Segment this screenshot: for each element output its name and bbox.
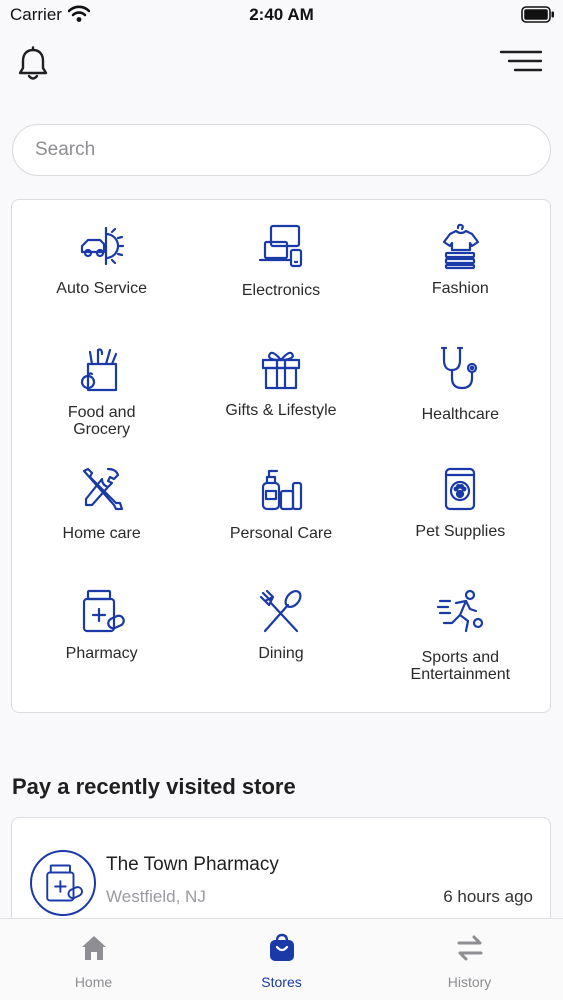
category-label: Healthcare (421, 405, 499, 423)
home-icon (81, 936, 106, 960)
tab-stores[interactable]: Stores (188, 919, 375, 1000)
tools-icon (82, 467, 123, 511)
category-food-and-grocery[interactable]: Food and Grocery (12, 334, 191, 456)
category-label: Electronics (241, 282, 321, 299)
store-name: The Town Pharmacy (106, 854, 279, 875)
category-label: Personal Care (229, 525, 333, 542)
category-fashion[interactable]: Fashion (371, 212, 550, 334)
categories-grid: Auto Service Electronics Fashion Food an… (12, 200, 550, 712)
bell-icon[interactable] (16, 46, 50, 82)
clothes-icon (443, 223, 480, 270)
category-pharmacy[interactable]: Pharmacy (12, 577, 191, 699)
runner-icon (437, 589, 484, 632)
recent-stores-title: Pay a recently visited store (12, 774, 296, 799)
swap-arrows-icon (457, 935, 482, 961)
battery-icon (521, 6, 554, 23)
tab-label: Stores (261, 974, 302, 990)
store-location: Westfield, NJ (106, 887, 206, 906)
category-auto-service[interactable]: Auto Service (12, 212, 191, 334)
category-healthcare[interactable]: Healthcare (371, 334, 550, 456)
category-label: Pharmacy (65, 644, 138, 662)
category-home-care[interactable]: Home care (12, 455, 191, 577)
category-label: Auto Service (56, 280, 148, 297)
store-last-visited: 6 hours ago (443, 887, 533, 906)
tab-label: History (447, 974, 492, 990)
category-label: Pet Supplies (415, 523, 506, 540)
category-label: Home care (62, 525, 141, 542)
category-label: Dining (258, 644, 304, 662)
pill-bottle-icon (46, 864, 83, 902)
tab-label: Home (74, 974, 113, 990)
status-bar: Carrier 2:40 AM (0, 0, 563, 30)
category-dining[interactable]: Dining (191, 577, 370, 699)
category-sports-and-entertainment[interactable]: Sports and Entertainment (371, 577, 550, 699)
status-time: 2:40 AM (249, 5, 314, 24)
menu-icon[interactable] (499, 50, 543, 74)
tab-history[interactable]: History (376, 919, 563, 1000)
category-electronics[interactable]: Electronics (191, 212, 370, 334)
category-pet-supplies[interactable]: Pet Supplies (371, 455, 550, 577)
car-gear-icon (80, 226, 124, 266)
category-label: Food and Grocery (67, 403, 136, 438)
search-input[interactable] (13, 125, 550, 175)
category-label: Sports and Entertainment (410, 648, 511, 683)
pill-bottle-icon (82, 589, 125, 632)
devices-icon (258, 224, 303, 268)
tab-home[interactable]: Home (0, 919, 187, 1000)
search-bar[interactable] (12, 124, 551, 176)
grocery-bag-icon (80, 347, 117, 391)
tab-bar: Home Stores History (0, 918, 563, 1000)
category-label: Gifts & Lifestyle (225, 401, 337, 419)
category-label: Fashion (431, 280, 489, 297)
category-personal-care[interactable]: Personal Care (191, 455, 370, 577)
toiletries-icon (261, 469, 303, 511)
categories-card: Auto Service Electronics Fashion Food an… (11, 199, 551, 713)
gift-icon (261, 351, 301, 389)
pet-food-icon (445, 467, 476, 511)
stethoscope-icon (441, 346, 478, 389)
category-gifts-and-lifestyle[interactable]: Gifts & Lifestyle (191, 334, 370, 456)
fork-spoon-icon (259, 589, 302, 632)
store-avatar (30, 850, 96, 916)
shopping-bag-icon (269, 933, 294, 961)
